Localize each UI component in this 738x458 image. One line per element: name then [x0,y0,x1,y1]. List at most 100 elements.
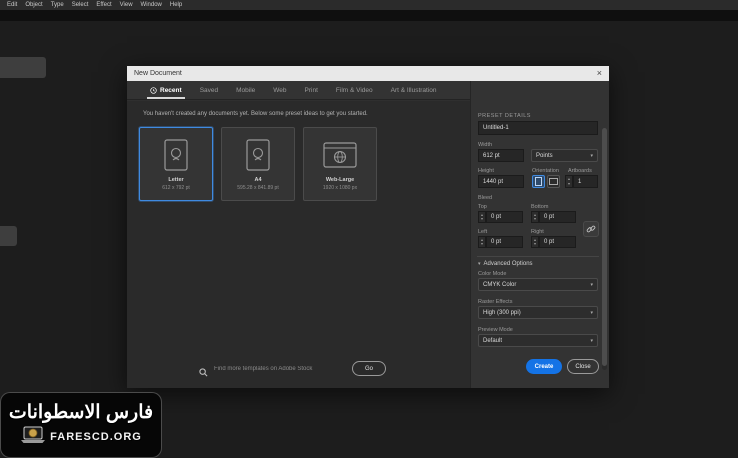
chevron-down-icon: ▾ [590,282,593,288]
units-dropdown[interactable]: Points ▾ [531,149,598,162]
clock-icon [150,87,157,94]
go-button[interactable]: Go [352,361,386,376]
preview-mode-dropdown[interactable]: Default ▾ [478,334,598,347]
preset-browser: You haven't created any documents yet. B… [127,101,470,388]
close-icon[interactable]: × [597,66,602,81]
preset-card-list: Letter 612 x 792 pt A4 595.28 x 841.89 p… [139,127,377,201]
panel-scrollbar [602,128,607,370]
new-document-dialog: New Document × Recent Saved Mobile Web P… [127,66,609,388]
laptop-icon [20,426,46,449]
tab-film-video[interactable]: Film & Video [327,81,382,99]
raster-effects-value: High (300 ppi) [483,310,521,316]
tab-label: Saved [200,87,218,94]
preview-mode-label: Preview Mode [478,327,513,333]
web-document-icon [323,137,357,173]
advanced-options-toggle[interactable]: ▾ Advanced Options [478,261,533,267]
height-label: Height [478,168,494,174]
chevron-down-icon: ▾ [590,153,593,159]
raster-effects-dropdown[interactable]: High (300 ppi) ▾ [478,306,598,319]
bleed-top-label: Top [478,204,487,210]
preset-details-header: PRESET DETAILS [478,113,531,119]
tab-art-illustration[interactable]: Art & Illustration [382,81,446,99]
bleed-label: Bleed [478,195,492,201]
chevron-down-icon: ▾ [478,261,481,267]
bleed-top-field[interactable]: 0 pt [486,211,523,223]
portrait-orientation-icon[interactable] [532,175,545,188]
width-field[interactable]: 612 pt [478,149,524,162]
bleed-right-label: Right [531,229,544,235]
menu-bar: Edit Object Type Select Effect View Wind… [0,0,738,10]
menu-edit[interactable]: Edit [3,0,21,10]
dialog-title: New Document [134,70,597,77]
app-window: Edit Object Type Select Effect View Wind… [0,0,738,458]
color-mode-dropdown[interactable]: CMYK Color ▾ [478,278,598,291]
bleed-link-button[interactable] [583,221,599,237]
width-label: Width [478,142,492,148]
raster-effects-label: Raster Effects [478,299,512,305]
menu-window[interactable]: Window [137,0,166,10]
toolbar-strip [0,10,738,21]
units-value: Points [536,153,553,159]
tab-print[interactable]: Print [296,81,327,99]
orientation-label: Orientation [532,168,559,174]
tab-label: Art & Illustration [391,87,437,94]
menu-help[interactable]: Help [166,0,186,10]
close-button[interactable]: Close [567,359,599,374]
artboards-field[interactable]: 1 [573,175,598,188]
menu-view[interactable]: View [116,0,137,10]
empty-state-message: You haven't created any documents yet. B… [143,111,368,117]
dialog-titlebar: New Document × [127,66,609,81]
bleed-bottom-field[interactable]: 0 pt [539,211,576,223]
bleed-top-stepper[interactable]: ▴▾ [478,211,486,223]
artboards-label: Artboards [568,168,592,174]
tab-label: Web [273,87,286,94]
preset-name: A4 [254,177,261,183]
advanced-options-label: Advanced Options [484,261,533,267]
bleed-right-stepper[interactable]: ▴▾ [531,236,539,248]
tab-mobile[interactable]: Mobile [227,81,264,99]
watermark: فارس الاسطوانات FARESCD.ORG [0,392,162,458]
bleed-right-field[interactable]: 0 pt [539,236,576,248]
height-field[interactable]: 1440 pt [478,175,524,188]
preset-name: Letter [168,177,183,183]
bleed-bottom-label: Bottom [531,204,548,210]
divider [477,256,599,257]
preset-dimensions: 1920 x 1080 px [323,185,357,191]
tab-saved[interactable]: Saved [191,81,227,99]
color-mode-value: CMYK Color [483,282,516,288]
document-icon [246,137,270,173]
landscape-orientation-icon[interactable] [547,175,560,188]
preset-card-letter[interactable]: Letter 612 x 792 pt [139,127,213,201]
menu-effect[interactable]: Effect [92,0,115,10]
search-icon [199,364,208,382]
color-mode-label: Color Mode [478,271,506,277]
bleed-left-stepper[interactable]: ▴▾ [478,236,486,248]
watermark-domain-text: FARESCD.ORG [50,431,142,443]
tab-label: Mobile [236,87,255,94]
preset-dimensions: 612 x 792 pt [162,185,190,191]
menu-type[interactable]: Type [47,0,68,10]
bleed-left-field[interactable]: 0 pt [486,236,523,248]
tab-web[interactable]: Web [264,81,295,99]
chevron-down-icon: ▾ [590,338,593,344]
document-icon [164,137,188,173]
chevron-down-icon: ▾ [590,310,593,316]
menu-object[interactable]: Object [21,0,46,10]
link-icon [586,224,596,234]
create-button[interactable]: Create [526,359,562,374]
document-name-field[interactable]: Untitled-1 [478,121,598,135]
menu-select[interactable]: Select [68,0,93,10]
tab-recent[interactable]: Recent [141,81,191,99]
preset-card-web-large[interactable]: Web-Large 1920 x 1080 px [303,127,377,201]
template-search-bar: Go [127,357,470,383]
preset-details-panel: PRESET DETAILS Untitled-1 Width 612 pt P… [470,81,609,388]
bleed-left-label: Left [478,229,487,235]
preset-dimensions: 595.28 x 841.89 pt [237,185,278,191]
scrollbar-thumb[interactable] [602,128,607,366]
watermark-arabic-text: فارس الاسطوانات [9,402,153,424]
artboards-stepper[interactable]: ▴▾ [565,175,573,188]
search-input[interactable] [214,361,349,377]
preset-card-a4[interactable]: A4 595.28 x 841.89 pt [221,127,295,201]
tab-label: Film & Video [336,87,373,94]
bleed-bottom-stepper[interactable]: ▴▾ [531,211,539,223]
